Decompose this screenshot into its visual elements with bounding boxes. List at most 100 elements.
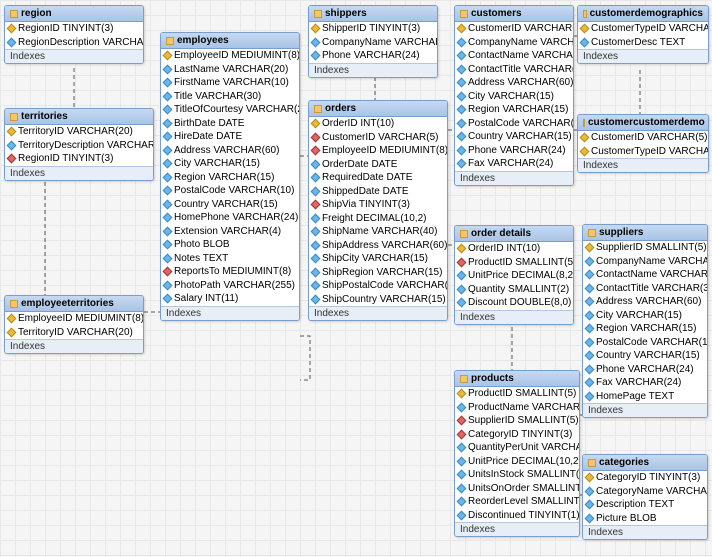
column-row[interactable]: CustomerTypeID VARCHAR(10) xyxy=(578,22,708,36)
entity-territories[interactable]: territoriesTerritoryID VARCHAR(20)Territ… xyxy=(4,108,154,181)
column-row[interactable]: ContactTitle VARCHAR(30) xyxy=(583,282,707,296)
column-row[interactable]: EmployeeID MEDIUMINT(8) xyxy=(161,49,299,63)
column-row[interactable]: ShipAddress VARCHAR(60) xyxy=(309,239,447,253)
column-row[interactable]: CompanyName VARCHAR(40) xyxy=(309,36,437,50)
entity-header[interactable]: customercustomerdemo xyxy=(578,115,708,131)
column-row[interactable]: LastName VARCHAR(20) xyxy=(161,63,299,77)
column-row[interactable]: Address VARCHAR(60) xyxy=(161,144,299,158)
indexes-section[interactable]: Indexes xyxy=(583,525,707,539)
column-row[interactable]: ContactTitle VARCHAR(30) xyxy=(455,63,573,77)
column-row[interactable]: ShipName VARCHAR(40) xyxy=(309,225,447,239)
entity-employeeterritories[interactable]: employeeterritoriesEmployeeID MEDIUMINT(… xyxy=(4,295,144,354)
entity-header[interactable]: territories xyxy=(5,109,153,125)
indexes-section[interactable]: Indexes xyxy=(455,171,573,185)
column-row[interactable]: RegionID TINYINT(3) xyxy=(5,22,143,36)
column-row[interactable]: EmployeeID MEDIUMINT(8) xyxy=(309,144,447,158)
entity-customercustomerdemo[interactable]: customercustomerdemoCustomerID VARCHAR(5… xyxy=(577,114,709,173)
column-row[interactable]: Salary INT(11) xyxy=(161,292,299,306)
column-row[interactable]: Phone VARCHAR(24) xyxy=(309,49,437,63)
column-row[interactable]: TerritoryDescription VARCHAR(50) xyxy=(5,139,153,153)
column-row[interactable]: OrderID INT(10) xyxy=(309,117,447,131)
column-row[interactable]: Picture BLOB xyxy=(583,512,707,526)
column-row[interactable]: CustomerDesc TEXT xyxy=(578,36,708,50)
column-row[interactable]: HireDate DATE xyxy=(161,130,299,144)
column-row[interactable]: OrderID INT(10) xyxy=(455,242,573,256)
entity-header[interactable]: shippers xyxy=(309,6,437,22)
indexes-section[interactable]: Indexes xyxy=(578,158,708,172)
column-row[interactable]: SupplierID SMALLINT(5) xyxy=(455,414,579,428)
indexes-section[interactable]: Indexes xyxy=(309,63,437,77)
indexes-section[interactable]: Indexes xyxy=(5,49,143,63)
column-row[interactable]: ProductID SMALLINT(5) xyxy=(455,387,579,401)
column-row[interactable]: RegionID TINYINT(3) xyxy=(5,152,153,166)
column-row[interactable]: RegionDescription VARCHAR(50) xyxy=(5,36,143,50)
entity-header[interactable]: products xyxy=(455,371,579,387)
column-row[interactable]: Country VARCHAR(15) xyxy=(583,349,707,363)
column-row[interactable]: TerritoryID VARCHAR(20) xyxy=(5,326,143,340)
column-row[interactable]: CompanyName VARCHAR(40) xyxy=(583,255,707,269)
entity-header[interactable]: order details xyxy=(455,226,573,242)
column-row[interactable]: Region VARCHAR(15) xyxy=(455,103,573,117)
indexes-section[interactable]: Indexes xyxy=(5,339,143,353)
column-row[interactable]: UnitPrice DECIMAL(8,2) xyxy=(455,269,573,283)
column-row[interactable]: CategoryID TINYINT(3) xyxy=(455,428,579,442)
entity-header[interactable]: region xyxy=(5,6,143,22)
column-row[interactable]: ShipCountry VARCHAR(15) xyxy=(309,293,447,307)
entity-employees[interactable]: employeesEmployeeID MEDIUMINT(8)LastName… xyxy=(160,32,300,321)
entity-customers[interactable]: customersCustomerID VARCHAR(5)CompanyNam… xyxy=(454,5,574,186)
entity-customerdemographics[interactable]: customerdemographicsCustomerTypeID VARCH… xyxy=(577,5,709,64)
column-row[interactable]: CustomerID VARCHAR(5) xyxy=(578,131,708,145)
column-row[interactable]: ContactName VARCHAR(30) xyxy=(455,49,573,63)
column-row[interactable]: ReorderLevel SMALLINT(5) xyxy=(455,495,579,509)
column-row[interactable]: Photo BLOB xyxy=(161,238,299,252)
column-row[interactable]: ShipCity VARCHAR(15) xyxy=(309,252,447,266)
entity-orderdetails[interactable]: order detailsOrderID INT(10)ProductID SM… xyxy=(454,225,574,325)
column-row[interactable]: UnitsInStock SMALLINT(6) xyxy=(455,468,579,482)
column-row[interactable]: Region VARCHAR(15) xyxy=(583,322,707,336)
column-row[interactable]: HomePage TEXT xyxy=(583,390,707,404)
column-row[interactable]: Quantity SMALLINT(2) xyxy=(455,283,573,297)
column-row[interactable]: Address VARCHAR(60) xyxy=(583,295,707,309)
entity-orders[interactable]: ordersOrderID INT(10)CustomerID VARCHAR(… xyxy=(308,100,448,321)
column-row[interactable]: UnitsOnOrder SMALLINT(5) xyxy=(455,482,579,496)
indexes-section[interactable]: Indexes xyxy=(578,49,708,63)
column-row[interactable]: Fax VARCHAR(24) xyxy=(583,376,707,390)
column-row[interactable]: RequiredDate DATE xyxy=(309,171,447,185)
column-row[interactable]: CustomerID VARCHAR(5) xyxy=(455,22,573,36)
column-row[interactable]: Region VARCHAR(15) xyxy=(161,171,299,185)
column-row[interactable]: CategoryID TINYINT(3) xyxy=(583,471,707,485)
column-row[interactable]: PostalCode VARCHAR(10) xyxy=(455,117,573,131)
column-row[interactable]: City VARCHAR(15) xyxy=(161,157,299,171)
indexes-section[interactable]: Indexes xyxy=(5,166,153,180)
column-row[interactable]: HomePhone VARCHAR(24) xyxy=(161,211,299,225)
column-row[interactable]: Phone VARCHAR(24) xyxy=(583,363,707,377)
column-row[interactable]: EmployeeID MEDIUMINT(8) xyxy=(5,312,143,326)
entity-header[interactable]: employeeterritories xyxy=(5,296,143,312)
entity-header[interactable]: suppliers xyxy=(583,225,707,241)
column-row[interactable]: QuantityPerUnit VARCHAR(20) xyxy=(455,441,579,455)
indexes-section[interactable]: Indexes xyxy=(161,306,299,320)
column-row[interactable]: Discontinued TINYINT(1) xyxy=(455,509,579,523)
indexes-section[interactable]: Indexes xyxy=(455,310,573,324)
column-row[interactable]: ShipperID TINYINT(3) xyxy=(309,22,437,36)
entity-header[interactable]: employees xyxy=(161,33,299,49)
column-row[interactable]: PostalCode VARCHAR(10) xyxy=(161,184,299,198)
column-row[interactable]: ReportsTo MEDIUMINT(8) xyxy=(161,265,299,279)
entity-shippers[interactable]: shippersShipperID TINYINT(3)CompanyName … xyxy=(308,5,438,78)
column-row[interactable]: Extension VARCHAR(4) xyxy=(161,225,299,239)
entity-header[interactable]: categories xyxy=(583,455,707,471)
column-row[interactable]: OrderDate DATE xyxy=(309,158,447,172)
column-row[interactable]: Phone VARCHAR(24) xyxy=(455,144,573,158)
column-row[interactable]: Country VARCHAR(15) xyxy=(455,130,573,144)
column-row[interactable]: SupplierID SMALLINT(5) xyxy=(583,241,707,255)
column-row[interactable]: TerritoryID VARCHAR(20) xyxy=(5,125,153,139)
column-row[interactable]: Freight DECIMAL(10,2) xyxy=(309,212,447,226)
column-row[interactable]: City VARCHAR(15) xyxy=(583,309,707,323)
column-row[interactable]: ShipPostalCode VARCHAR(10) xyxy=(309,279,447,293)
column-row[interactable]: TitleOfCourtesy VARCHAR(25) xyxy=(161,103,299,117)
entity-suppliers[interactable]: suppliersSupplierID SMALLINT(5)CompanyNa… xyxy=(582,224,708,418)
entity-region[interactable]: regionRegionID TINYINT(3)RegionDescripti… xyxy=(4,5,144,64)
entity-header[interactable]: orders xyxy=(309,101,447,117)
column-row[interactable]: CategoryName VARCHAR(30) xyxy=(583,485,707,499)
column-row[interactable]: ProductName VARCHAR(40) xyxy=(455,401,579,415)
